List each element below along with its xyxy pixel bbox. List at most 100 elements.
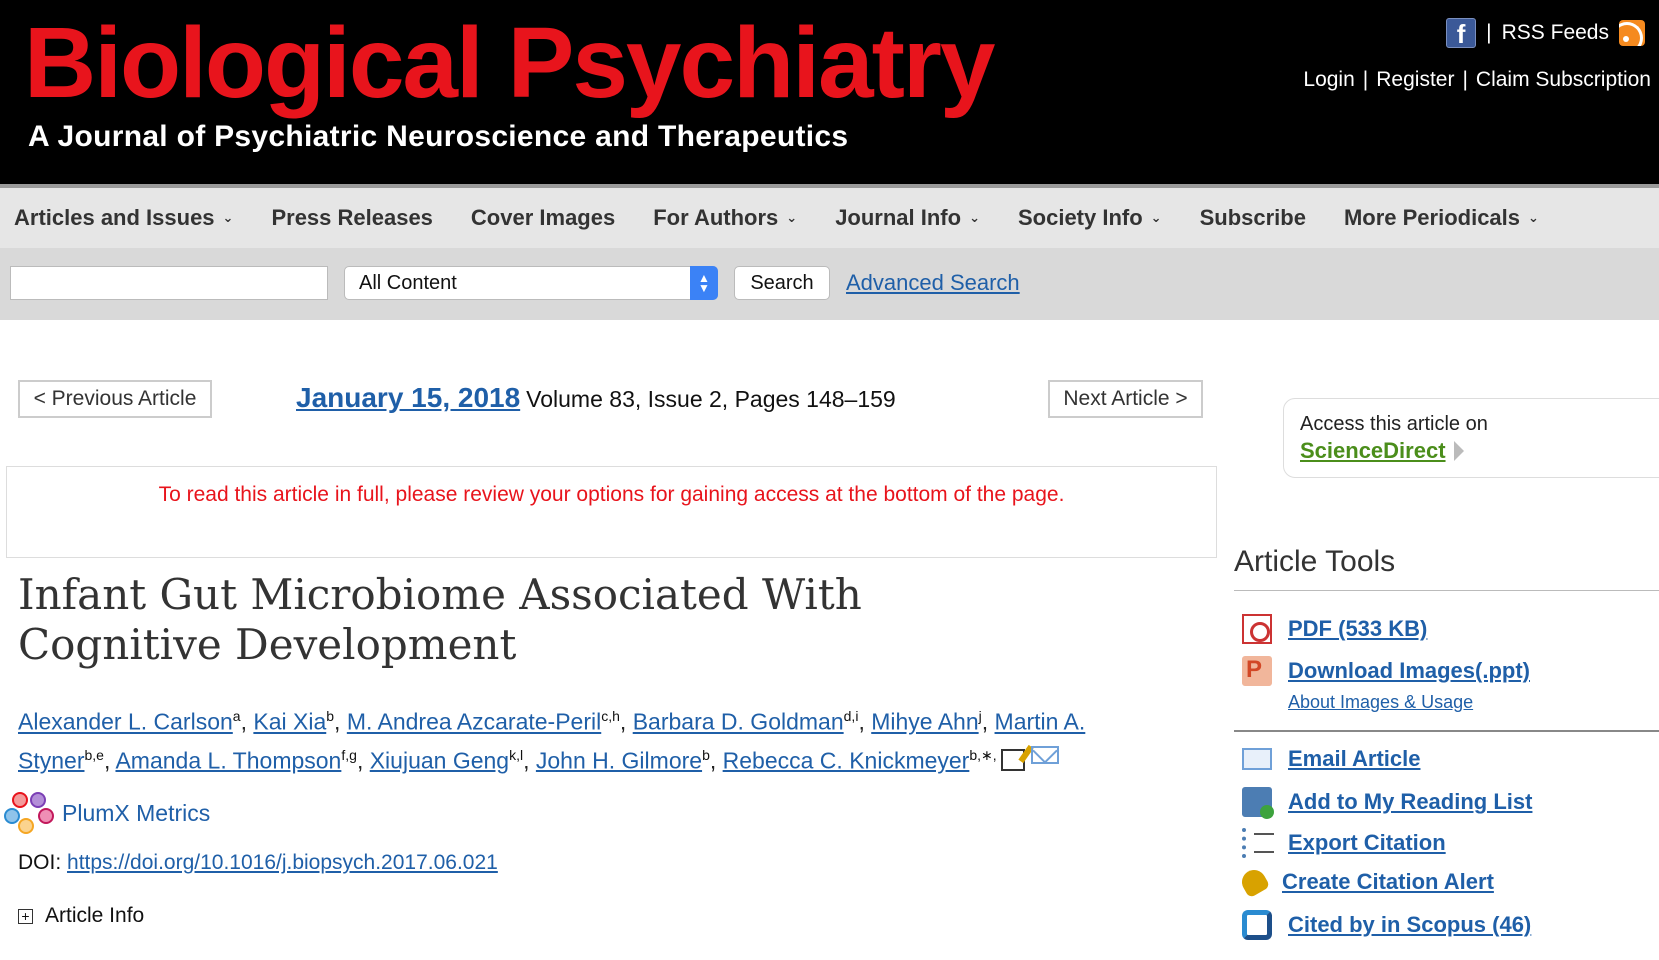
plumx-metrics[interactable]: PlumX Metrics [4, 790, 210, 836]
access-label: Access this article on [1300, 413, 1488, 435]
title-line: Infant Gut Microbiome Associated With [18, 570, 862, 619]
author-separator: , [334, 708, 347, 735]
select-arrows-icon: ▲ ▼ [690, 266, 718, 300]
edit-note-icon[interactable] [1000, 749, 1025, 772]
issue-date-link[interactable]: January 15, 2018 [296, 382, 520, 413]
nav-label: Cover Images [470, 205, 616, 230]
affiliation-sup[interactable]: k,l [509, 747, 523, 763]
issue-info: January 15, 2018 Volume 83, Issue 2, Page… [296, 382, 896, 414]
bell-icon [1237, 865, 1271, 899]
author-link[interactable]: Barbara D. Goldman [633, 709, 844, 735]
doi-link[interactable]: https://doi.org/10.1016/j.biopsych.2017.… [67, 851, 498, 874]
author-link[interactable]: Kai Xia [253, 709, 326, 735]
article-info-label: Article Info [45, 904, 145, 927]
email-icon[interactable] [1030, 746, 1059, 765]
article-title: Infant Gut Microbiome Associated With Co… [18, 570, 878, 670]
chevron-down-icon: ⌄ [969, 210, 980, 225]
chevron-down-icon: ⌄ [1150, 210, 1162, 225]
author-link[interactable]: M. Andrea Azcarate-Peril [347, 709, 601, 735]
tool-export-citation[interactable]: Export Citation [1242, 828, 1446, 858]
affiliation-sup[interactable]: b [702, 747, 710, 763]
author-link[interactable]: Xiujuan Geng [370, 747, 509, 773]
nav-label: Society Info [1017, 205, 1143, 230]
tool-label: Export Citation [1288, 830, 1446, 855]
article-tools-title: Article Tools [1234, 545, 1396, 578]
tool-cited-by-scopus[interactable]: Cited by in Scopus (46) [1242, 910, 1531, 940]
affiliation-sup[interactable]: d,i [844, 708, 859, 724]
search-button[interactable]: Search [734, 266, 830, 300]
nav-journal-info[interactable]: Journal Info ⌄ [835, 205, 980, 231]
tool-citation-alert[interactable]: Create Citation Alert [1237, 865, 1494, 899]
author-link[interactable]: Alexander L. Carlson [18, 709, 233, 735]
affiliation-sup[interactable]: f,g [341, 747, 357, 763]
author-link[interactable]: Amanda L. Thompson [115, 747, 341, 773]
nav-label: Press Releases [271, 205, 433, 230]
previous-article-button[interactable]: < Previous Article [18, 380, 212, 418]
social-links: f | RSS Feeds [1446, 18, 1645, 48]
affiliation-sup[interactable]: b,e [84, 747, 103, 763]
doi-line: DOI: https://doi.org/10.1016/j.biopsych.… [18, 851, 498, 875]
tool-reading-list[interactable]: Add to My Reading List [1242, 787, 1532, 819]
nav-label: Journal Info [835, 205, 962, 230]
advanced-search-link[interactable]: Advanced Search [846, 270, 1020, 296]
author-link[interactable]: Rebecca C. Knickmeyer [723, 747, 970, 773]
main-nav: Articles and Issues ⌄ Press Releases Cove… [0, 184, 1659, 248]
next-article-button[interactable]: Next Article > [1048, 380, 1203, 418]
export-citation-icon [1242, 828, 1274, 858]
journal-subtitle: A Journal of Psychiatric Neuroscience an… [28, 120, 849, 153]
site-header: Biological Psychiatry A Journal of Psych… [0, 0, 1659, 184]
nav-press-releases[interactable]: Press Releases [271, 205, 432, 231]
author-separator: , [858, 708, 872, 735]
tool-email-article[interactable]: Email Article [1242, 746, 1420, 772]
sciencedirect-link[interactable]: ScienceDirect [1300, 438, 1446, 464]
affiliation-sup[interactable]: b [326, 708, 334, 724]
author-link[interactable]: John H. Gilmore [536, 747, 702, 773]
author-separator: , [103, 747, 116, 774]
affiliation-sup[interactable]: b,∗, [969, 747, 996, 763]
nav-articles-and-issues[interactable]: Articles and Issues ⌄ [14, 205, 233, 231]
divider [1234, 590, 1659, 591]
about-images-link[interactable]: About Images & Usage [1288, 692, 1473, 713]
author-separator: , [356, 747, 370, 774]
author-list: Alexander L. Carlsona, Kai Xiab, M. Andr… [18, 700, 1178, 777]
author-link[interactable]: Mihye Ahn [871, 709, 978, 735]
content-scope-select[interactable]: All Content ▲ ▼ [344, 266, 718, 300]
nav-cover-images[interactable]: Cover Images [471, 205, 615, 231]
nav-society-info[interactable]: Society Info ⌄ [1018, 205, 1162, 231]
login-link[interactable]: Login [1303, 68, 1354, 92]
author-separator: , [709, 747, 723, 774]
title-line: Cognitive Development [18, 620, 517, 669]
claim-subscription-link[interactable]: Claim Subscription [1476, 68, 1651, 92]
search-input[interactable] [10, 266, 328, 300]
plumx-label: PlumX Metrics [62, 799, 211, 826]
nav-subscribe[interactable]: Subscribe [1200, 205, 1306, 231]
select-value: All Content [359, 272, 457, 294]
divider [1234, 730, 1659, 732]
access-message: To read this article in full, please rev… [158, 483, 1065, 506]
tool-label: Cited by in Scopus (46) [1288, 912, 1532, 937]
account-links: Login | Register | Claim Subscription [1303, 68, 1651, 92]
tool-download-images[interactable]: Download Images(.ppt) [1242, 656, 1530, 686]
issue-meta: Volume 83, Issue 2, Pages 148–159 [526, 386, 896, 412]
nav-for-authors[interactable]: For Authors ⌄ [653, 205, 797, 231]
nav-label: Subscribe [1199, 205, 1306, 230]
pdf-icon [1242, 614, 1272, 644]
rss-icon[interactable] [1619, 20, 1645, 46]
affiliation-sup[interactable]: c,h [601, 708, 620, 724]
chevron-down-icon: ⌄ [1528, 210, 1539, 225]
nav-label: Articles and Issues [14, 205, 215, 230]
affiliation-sup[interactable]: a [233, 708, 241, 724]
author-separator: , [240, 708, 254, 735]
tool-label: Email Article [1288, 746, 1421, 771]
rss-feeds-link[interactable]: RSS Feeds [1502, 21, 1609, 45]
facebook-icon[interactable]: f [1446, 18, 1477, 48]
journal-title[interactable]: Biological Psychiatry [24, 8, 995, 118]
reading-list-icon [1242, 787, 1274, 819]
chevron-down-icon: ⌄ [786, 210, 798, 225]
article-info-toggle[interactable]: + Article Info [18, 904, 144, 928]
register-link[interactable]: Register [1376, 68, 1454, 92]
tool-pdf[interactable]: PDF (533 KB) [1242, 614, 1427, 644]
nav-more-periodicals[interactable]: More Periodicals ⌄ [1344, 205, 1539, 231]
ppt-icon [1242, 656, 1272, 686]
tool-label: Create Citation Alert [1282, 869, 1494, 894]
